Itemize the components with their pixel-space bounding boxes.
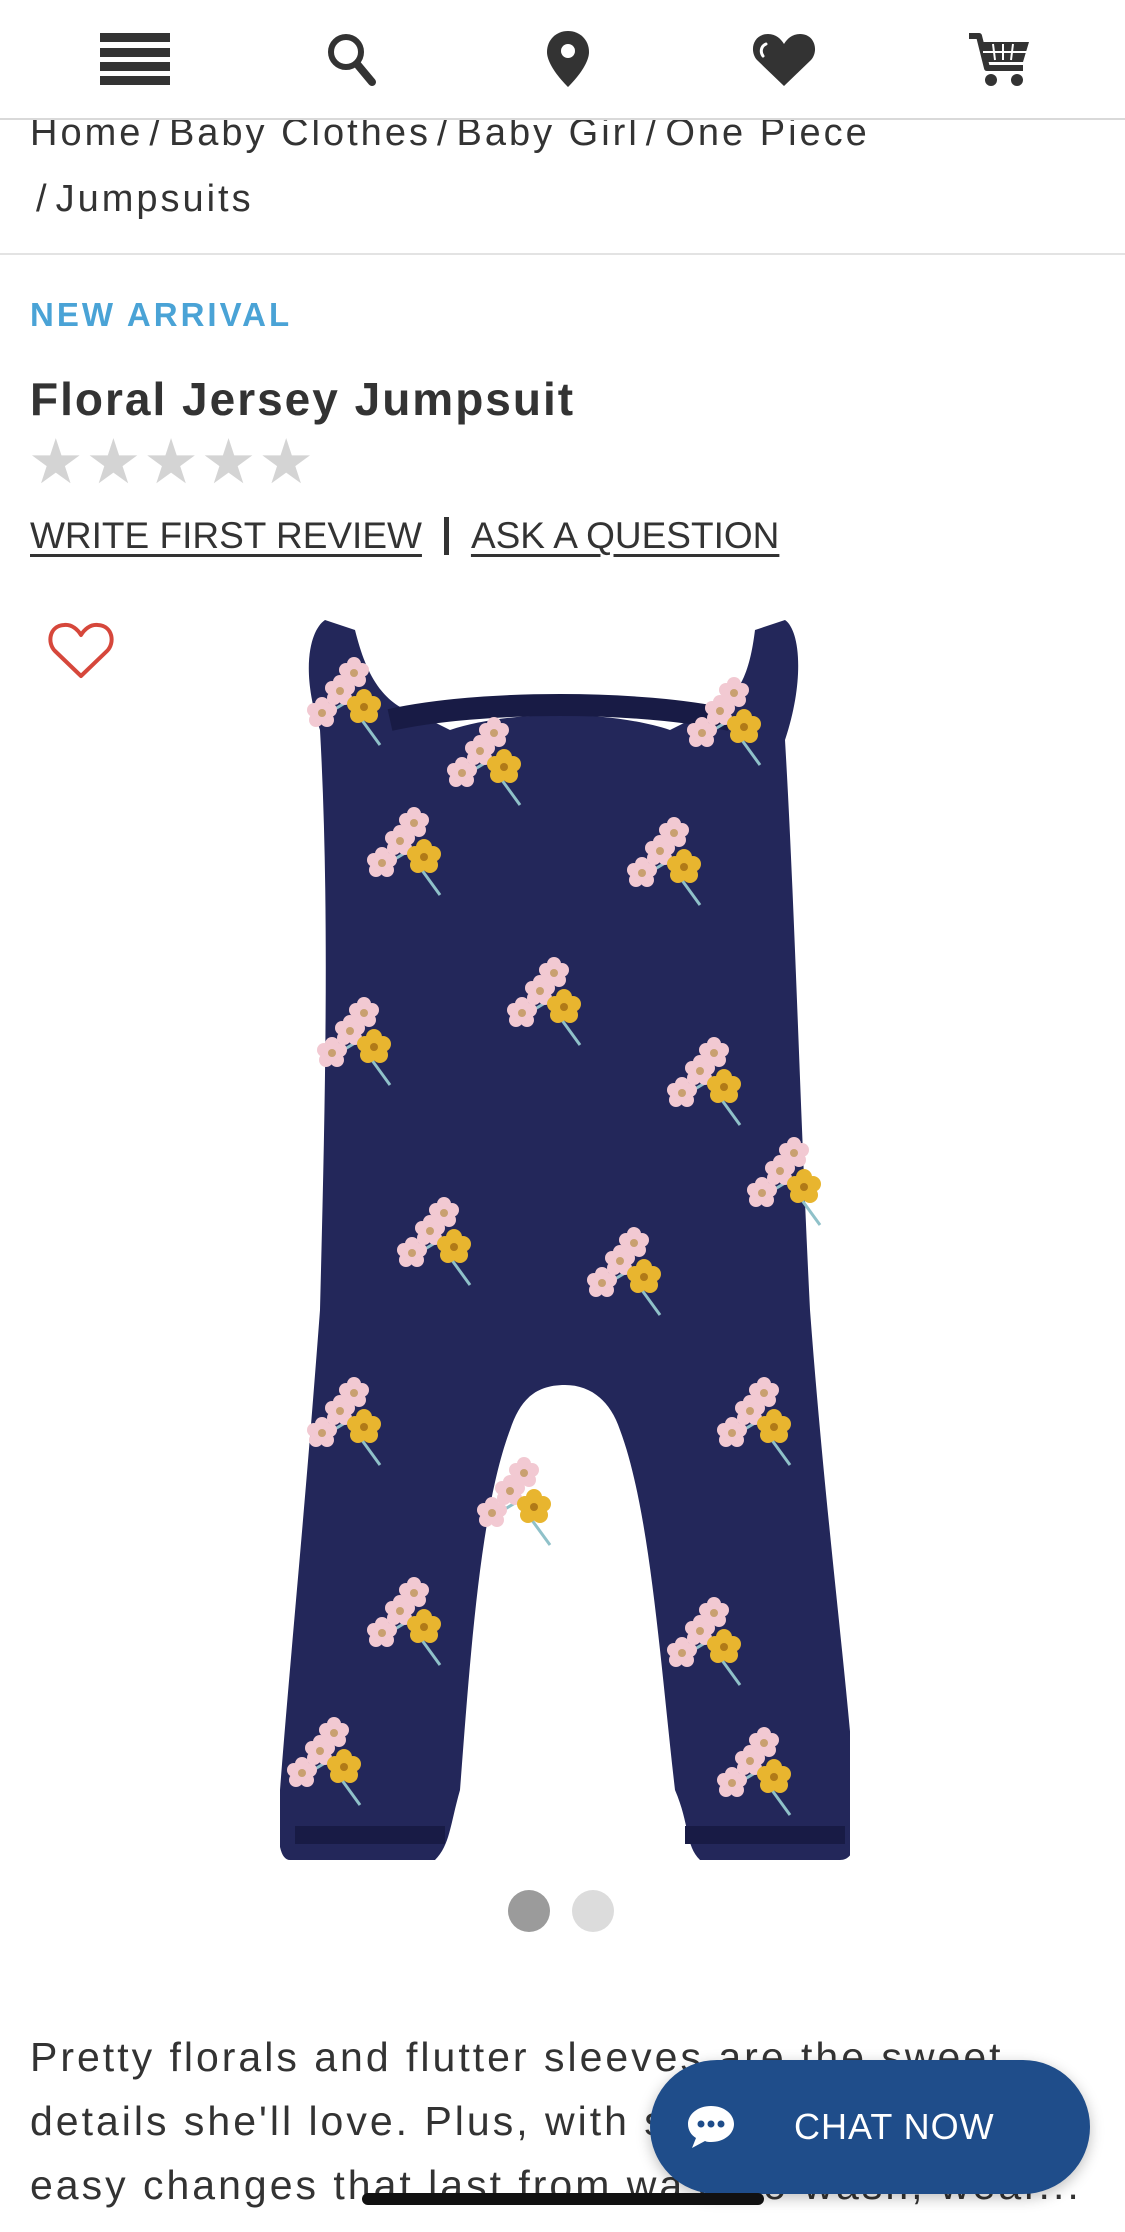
breadcrumb-separator: / (36, 178, 50, 220)
image-carousel-dots (508, 1890, 614, 1932)
new-arrival-badge: NEW ARRIVAL (30, 296, 293, 333)
search-icon (328, 34, 377, 86)
menu-button[interactable] (90, 14, 180, 104)
menu-icon (100, 33, 170, 85)
chat-now-button[interactable]: CHAT NOW (650, 2060, 1090, 2194)
top-nav-bar (0, 0, 1125, 120)
heart-icon (752, 34, 815, 86)
add-to-favorites-heart-icon[interactable] (46, 618, 116, 682)
carousel-dot-2[interactable] (572, 1890, 614, 1932)
link-divider (443, 517, 449, 555)
breadcrumb-divider (0, 253, 1125, 255)
location-pin-icon (546, 31, 589, 87)
review-links: WRITE FIRST REVIEW ASK A QUESTION (30, 515, 779, 557)
star-icon: ★ (28, 428, 84, 497)
star-icon: ★ (85, 428, 142, 497)
cart-icon (969, 33, 1029, 86)
star-icon: ★ (143, 428, 199, 497)
wishlist-button[interactable] (739, 14, 829, 104)
star-icon: ★ (258, 428, 314, 497)
chat-bubble-icon (688, 2106, 734, 2148)
star-icon: ★ (200, 428, 257, 497)
cart-button[interactable] (955, 14, 1045, 104)
search-button[interactable] (306, 14, 396, 104)
star-rating[interactable]: ★ ★ ★ ★ ★ (28, 432, 314, 494)
ask-a-question-link[interactable]: ASK A QUESTION (471, 515, 779, 557)
carousel-dot-1[interactable] (508, 1890, 550, 1932)
product-image[interactable] (280, 610, 850, 1860)
breadcrumb-jumpsuits[interactable]: Jumpsuits (56, 178, 254, 220)
store-locator-button[interactable] (523, 14, 613, 104)
home-indicator[interactable] (362, 2193, 764, 2205)
write-first-review-link[interactable]: WRITE FIRST REVIEW (30, 515, 422, 557)
chat-now-label: CHAT NOW (794, 2106, 995, 2147)
product-title: Floral Jersey Jumpsuit (30, 373, 576, 425)
